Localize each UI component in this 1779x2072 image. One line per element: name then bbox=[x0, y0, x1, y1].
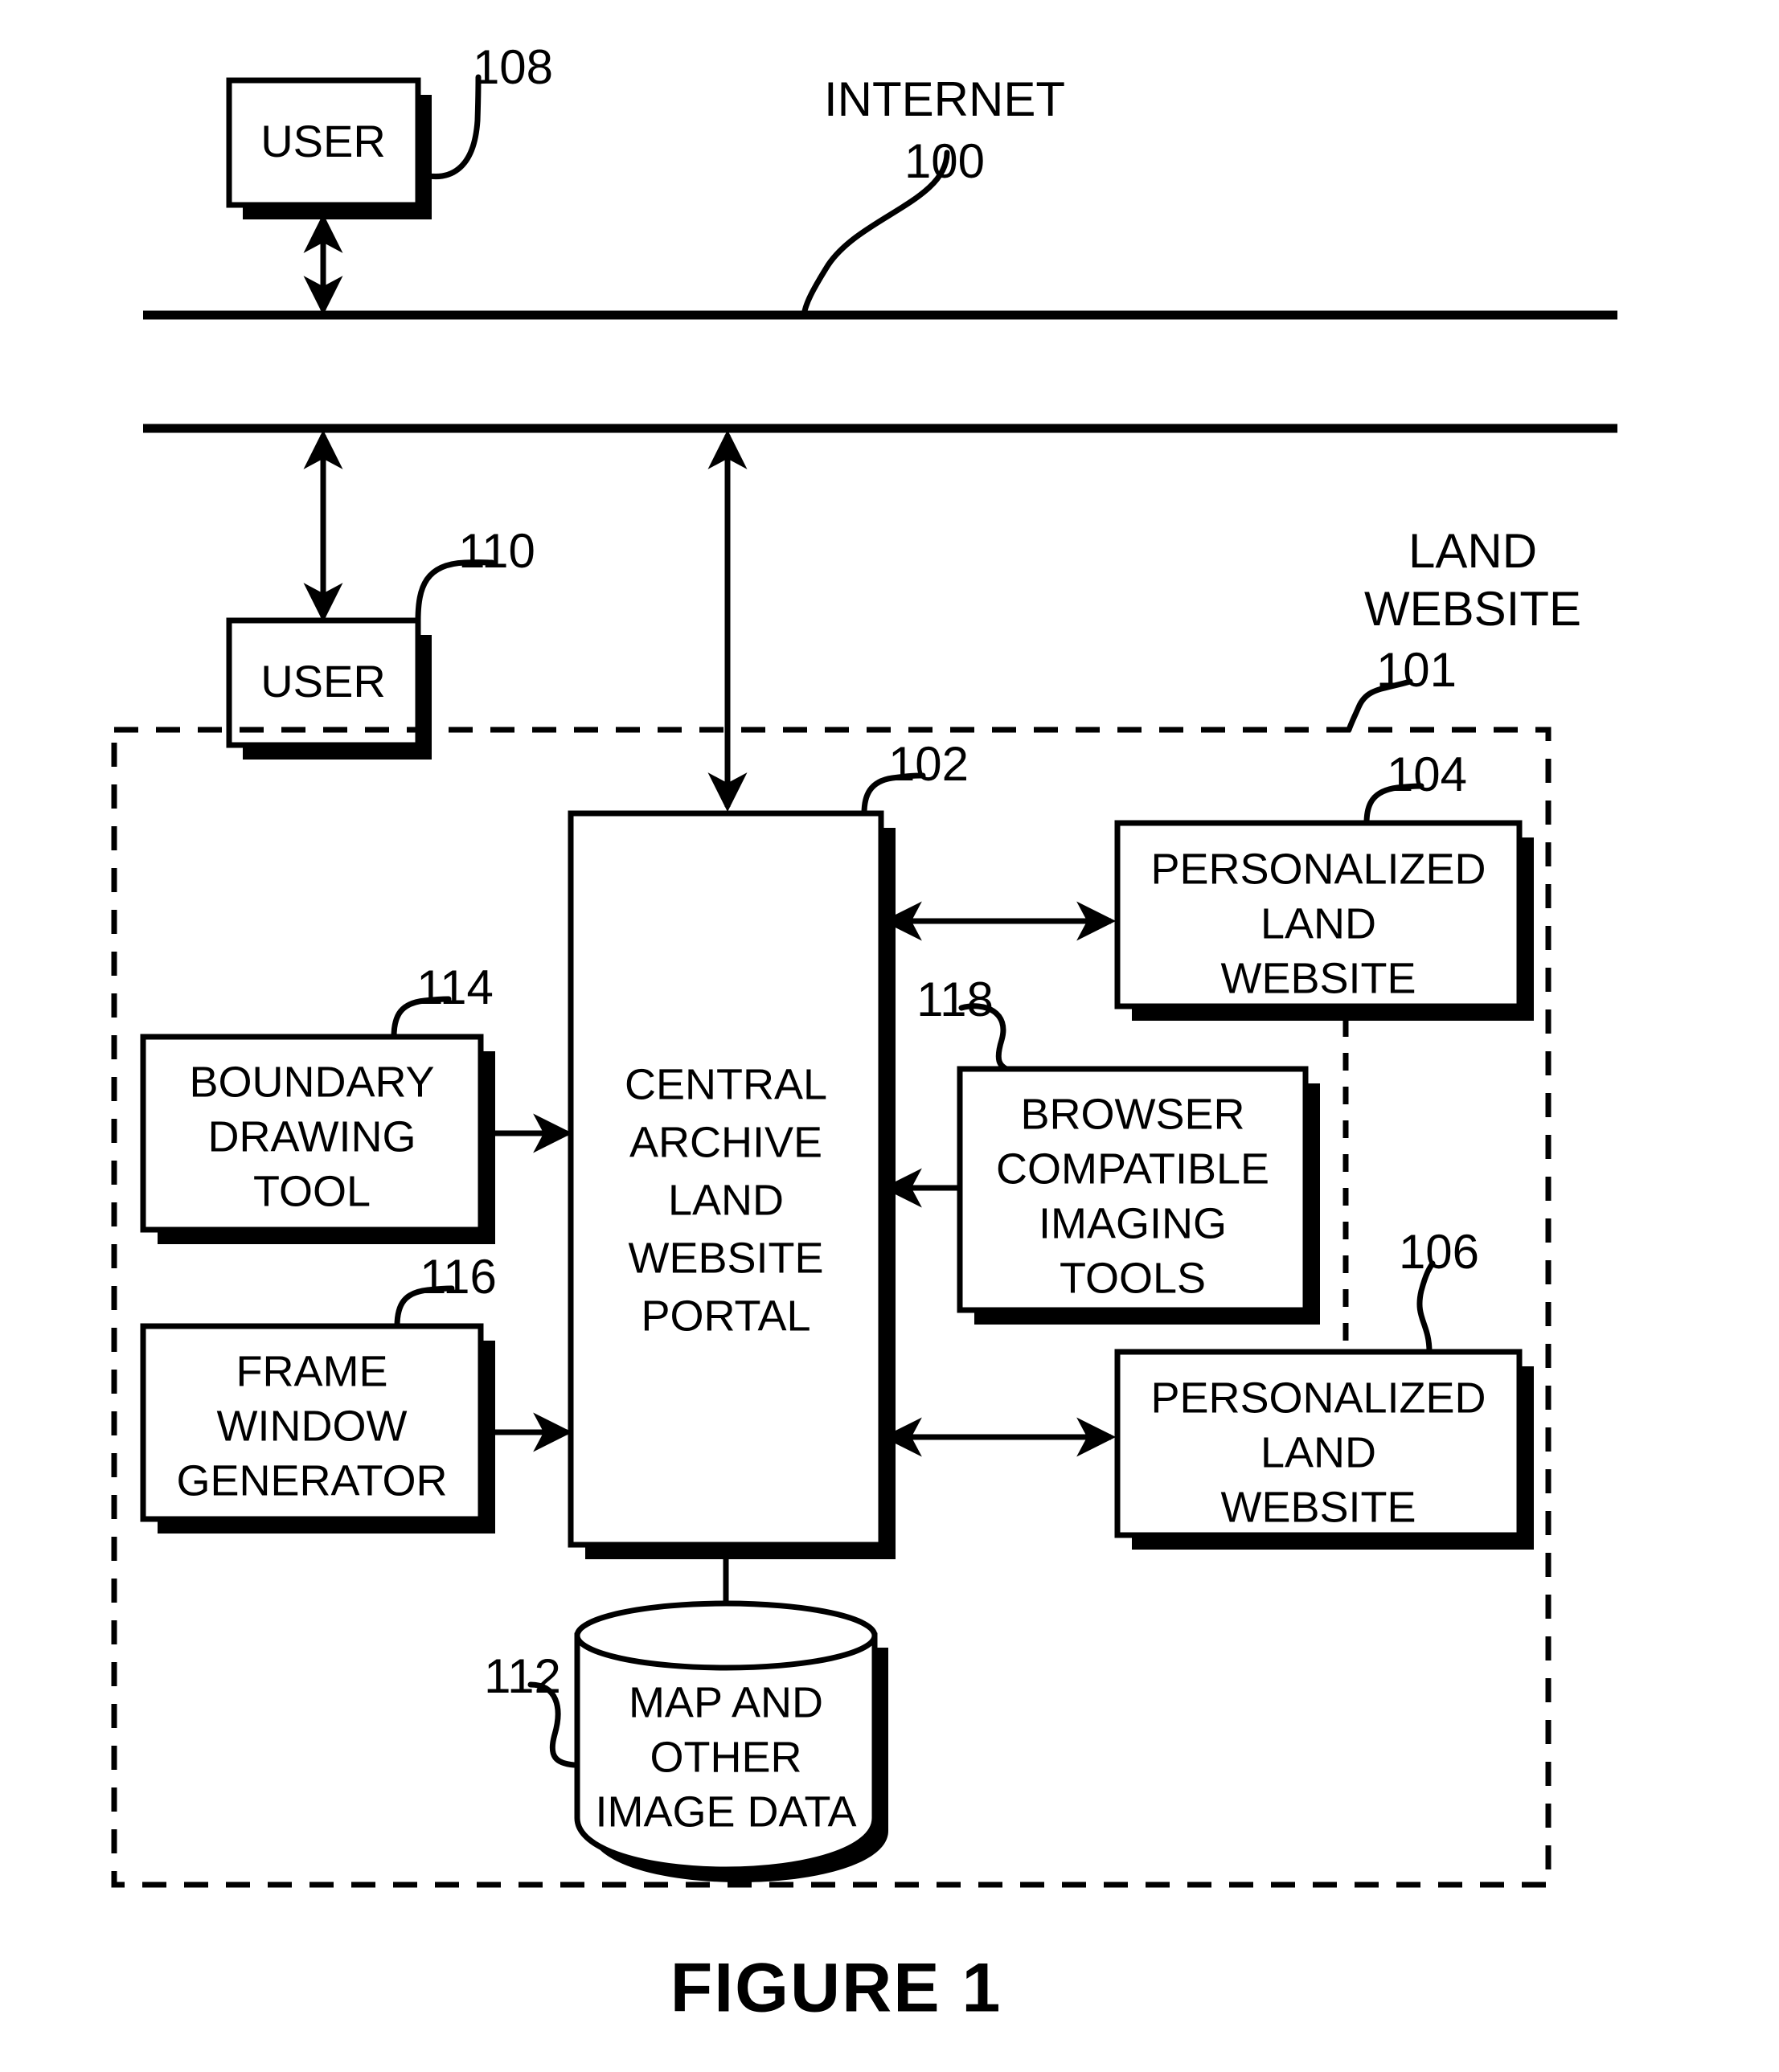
imaging-tools-line-4: TOOLS bbox=[1060, 1254, 1206, 1302]
internet-label: INTERNET bbox=[824, 72, 1065, 126]
boundary-tool-ref: 114 bbox=[416, 960, 494, 1014]
imaging-tools-line-1: BROWSER bbox=[1020, 1090, 1244, 1138]
personalized-site-2-ref: 106 bbox=[1399, 1225, 1479, 1279]
land-website-label-line1: LAND bbox=[1408, 524, 1537, 578]
frame-generator-line-3: GENERATOR bbox=[176, 1456, 447, 1505]
boundary-tool-line-2: DRAWING bbox=[208, 1112, 416, 1161]
personalized-site-1-line-2: LAND bbox=[1260, 899, 1376, 948]
user-top-label: USER bbox=[260, 116, 386, 166]
imaging-tools-line-3: IMAGING bbox=[1039, 1199, 1227, 1247]
user-top-ref: 108 bbox=[473, 40, 553, 94]
personalized-site-1-line-3: WEBSITE bbox=[1220, 954, 1416, 1002]
personalized-site-2-line-2: LAND bbox=[1260, 1428, 1376, 1476]
user-bottom-ref: 110 bbox=[458, 524, 535, 578]
portal-line-2: ARCHIVE bbox=[629, 1118, 822, 1166]
diagram-canvas: USER 108 INTERNET 100 USER 110 LAND WEBS… bbox=[111, 40, 1617, 2027]
portal-line-5: PORTAL bbox=[641, 1292, 810, 1340]
patent-figure: USER 108 INTERNET 100 USER 110 LAND WEBS… bbox=[0, 0, 1779, 2072]
imaging-tools-ref: 118 bbox=[916, 973, 994, 1026]
personalized-site-2-line-3: WEBSITE bbox=[1220, 1483, 1416, 1531]
frame-generator-line-1: FRAME bbox=[236, 1347, 388, 1395]
portal-line-1: CENTRAL bbox=[625, 1060, 827, 1108]
datastore-line-2: OTHER bbox=[650, 1733, 802, 1781]
portal-line-3: LAND bbox=[668, 1176, 784, 1224]
personalized-site-1-line-1: PERSONALIZED bbox=[1150, 845, 1486, 893]
datastore-line-1: MAP AND bbox=[629, 1678, 823, 1726]
datastore-ref: 112 bbox=[484, 1649, 561, 1703]
user-bottom-label: USER bbox=[260, 656, 386, 706]
imaging-tools-line-2: COMPATIBLE bbox=[996, 1145, 1269, 1193]
portal-line-4: WEBSITE bbox=[628, 1234, 823, 1282]
boundary-tool-line-1: BOUNDARY bbox=[189, 1058, 434, 1106]
datastore-top-ellipse bbox=[574, 1600, 878, 1671]
internet-ref: 100 bbox=[904, 134, 985, 188]
frame-generator-ref: 116 bbox=[420, 1250, 497, 1304]
figure-caption: FIGURE 1 bbox=[670, 1950, 1002, 2027]
boundary-tool-line-3: TOOL bbox=[253, 1167, 371, 1215]
personalized-site-1-ref: 104 bbox=[1387, 747, 1467, 801]
datastore-line-3: IMAGE DATA bbox=[595, 1787, 856, 1836]
land-website-label-line2: WEBSITE bbox=[1364, 582, 1581, 636]
personalized-site-2-line-1: PERSONALIZED bbox=[1150, 1374, 1486, 1422]
frame-generator-line-2: WINDOW bbox=[217, 1402, 408, 1450]
portal-ref: 102 bbox=[888, 737, 969, 791]
